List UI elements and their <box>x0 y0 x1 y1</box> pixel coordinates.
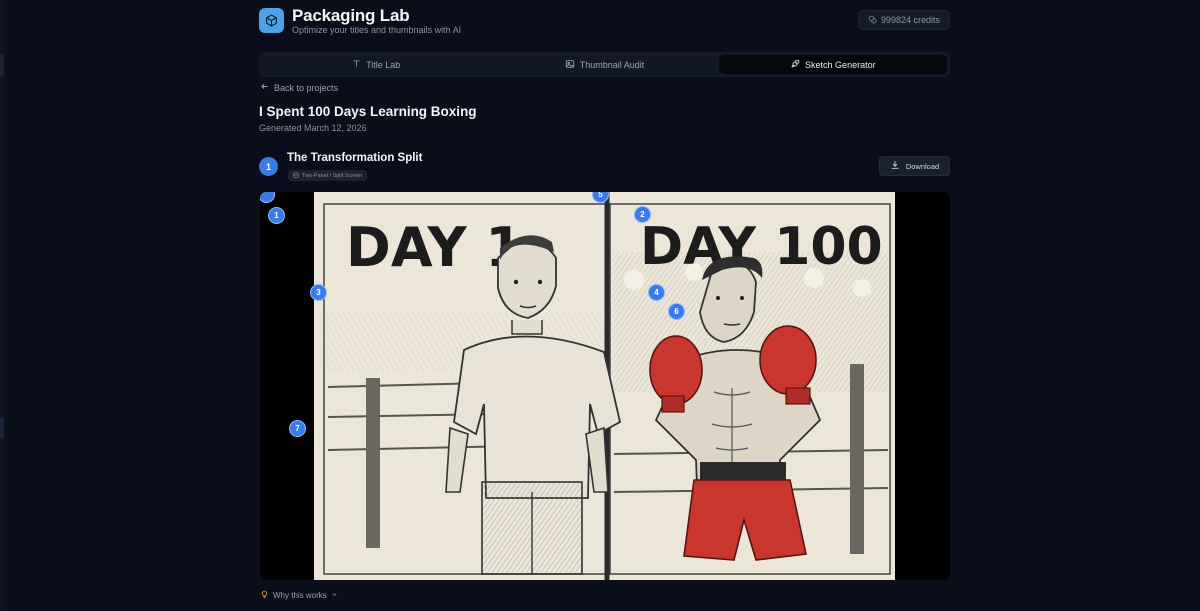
text-icon <box>352 59 361 70</box>
tab-title-lab[interactable]: Title Lab <box>262 55 490 74</box>
sketch-image: DAY 1 DAY 100 <box>314 192 895 580</box>
annotation-marker-3[interactable]: 3 <box>310 284 327 301</box>
chevron-down-icon <box>331 591 338 600</box>
sidebar-handle-bottom[interactable] <box>0 417 4 439</box>
credits-label: 999824 credits <box>880 15 940 25</box>
layout-badge: Two-Panel / Split Screen <box>288 170 368 181</box>
why-label: Why this works <box>273 591 327 600</box>
badge-label: Two-Panel / Split Screen <box>302 172 363 179</box>
download-button[interactable]: Download <box>879 156 950 176</box>
box-icon <box>259 8 284 33</box>
annotation-marker-partial[interactable] <box>260 192 275 203</box>
app-subtitle: Optimize your titles and thumbnails with… <box>292 25 462 35</box>
day1-heading: DAY 1 <box>346 216 523 279</box>
arrow-left-icon <box>260 82 269 93</box>
tab-thumbnail-audit[interactable]: Thumbnail Audit <box>490 55 718 74</box>
rocket-icon <box>790 59 800 71</box>
tab-label: Title Lab <box>366 59 401 70</box>
annotation-marker-1[interactable]: 1 <box>268 207 285 224</box>
annotation-marker-6[interactable]: 6 <box>668 303 685 320</box>
generated-date: Generated March 12, 2026 <box>259 123 367 133</box>
sketch-preview: DAY 1 DAY 100 1 2 3 4 5 6 7 <box>260 192 950 580</box>
app-title: Packaging Lab <box>292 6 410 25</box>
concept-number: 1 <box>259 157 278 176</box>
app-header: Packaging Lab Optimize your titles and t… <box>259 6 950 46</box>
why-this-works-toggle[interactable]: Why this works <box>260 590 338 601</box>
coins-icon <box>868 15 877 26</box>
back-to-projects-link[interactable]: Back to projects <box>260 82 338 93</box>
download-icon <box>890 160 900 172</box>
credits-badge[interactable]: 999824 credits <box>857 10 950 30</box>
sidebar-handle-top[interactable] <box>0 54 4 76</box>
tab-sketch-generator[interactable]: Sketch Generator <box>718 55 947 74</box>
left-edge <box>0 0 10 611</box>
image-icon <box>565 59 575 71</box>
concept-title: The Transformation Split <box>287 152 423 164</box>
lightbulb-icon <box>260 590 269 601</box>
tab-label: Sketch Generator <box>805 59 876 70</box>
tab-bar: Title Lab Thumbnail Audit Sketch Generat… <box>259 52 950 77</box>
tab-label: Thumbnail Audit <box>579 59 645 70</box>
annotation-marker-2[interactable]: 2 <box>634 206 651 223</box>
project-title: I Spent 100 Days Learning Boxing <box>259 104 477 119</box>
annotation-marker-4[interactable]: 4 <box>648 284 665 301</box>
annotation-marker-7[interactable]: 7 <box>289 420 306 437</box>
back-label: Back to projects <box>274 82 339 93</box>
layers-icon <box>293 171 299 180</box>
download-label: Download <box>905 161 940 171</box>
